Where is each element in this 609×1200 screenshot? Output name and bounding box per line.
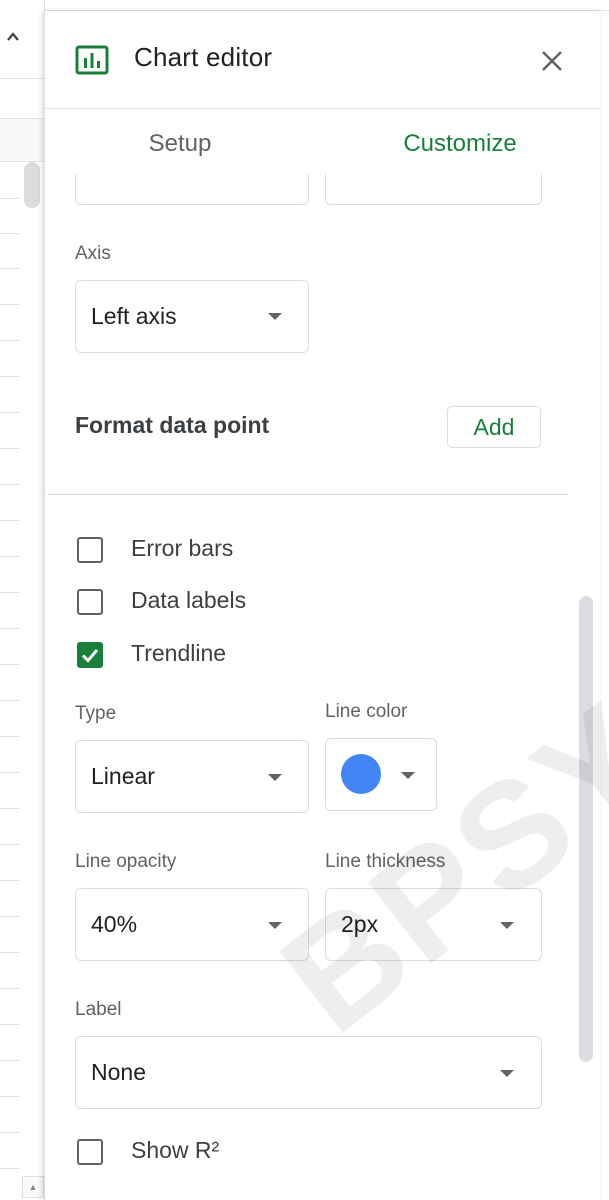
- label-value: None: [91, 1059, 146, 1085]
- row-divider: [0, 520, 20, 521]
- opacity-value: 40%: [91, 911, 138, 937]
- row-divider: [0, 1060, 20, 1061]
- row-divider: [0, 198, 20, 199]
- checkbox-label: Error bars: [131, 535, 234, 561]
- checkmark-icon: [77, 642, 103, 668]
- line-opacity-dropdown[interactable]: 40%: [75, 888, 309, 961]
- row-divider: [0, 268, 20, 269]
- line-color-picker[interactable]: [325, 738, 437, 811]
- chevron-down-icon: [268, 774, 282, 781]
- row-divider: [0, 1132, 20, 1133]
- row-divider: [0, 736, 20, 737]
- row-divider: [0, 340, 20, 341]
- row-divider: [0, 700, 20, 701]
- section-divider: [47, 494, 568, 495]
- row-divider: [0, 592, 20, 593]
- panel-scrollbar[interactable]: [579, 596, 593, 1062]
- row-divider: [0, 376, 20, 377]
- row-divider: [0, 556, 20, 557]
- spreadsheet-background: ▲: [0, 0, 45, 1200]
- dropdown-partial[interactable]: [325, 174, 542, 205]
- row-divider: [0, 880, 20, 881]
- thickness-value: 2px: [341, 911, 379, 937]
- chevron-down-icon: [401, 772, 415, 779]
- row-divider: [0, 1096, 20, 1097]
- checkbox-icon: [77, 537, 103, 563]
- sheet-scrollbar[interactable]: [24, 162, 40, 208]
- row-divider: [0, 484, 20, 485]
- type-value: Linear: [91, 763, 155, 789]
- chevron-down-icon: [500, 922, 514, 929]
- close-button[interactable]: [535, 44, 569, 78]
- checkbox-label: Trendline: [131, 640, 227, 666]
- checkbox-icon: [77, 1139, 103, 1165]
- checkbox-label: Show R²: [131, 1137, 220, 1163]
- row-divider: [0, 808, 20, 809]
- column-header-edge: [0, 118, 44, 162]
- panel-header: Chart editor: [45, 11, 600, 109]
- chevron-down-icon: [268, 313, 282, 320]
- row-divider: [0, 233, 20, 234]
- tab-bar: Setup Customize: [45, 109, 600, 181]
- row-divider: [0, 988, 20, 989]
- checkbox-label: Data labels: [131, 587, 247, 613]
- close-icon: [542, 51, 562, 71]
- chevron-down-icon: [268, 922, 282, 929]
- axis-label: Axis: [75, 243, 111, 264]
- bar-chart-icon: [75, 45, 109, 75]
- line-thickness-label: Line thickness: [325, 851, 446, 872]
- row-divider: [0, 916, 20, 917]
- row-divider: [0, 448, 20, 449]
- panel-title: Chart editor: [134, 42, 273, 72]
- line-color-label: Line color: [325, 701, 408, 722]
- collapse-caret-icon[interactable]: [6, 30, 20, 44]
- checkbox-icon: [77, 589, 103, 615]
- chevron-down-icon: [500, 1070, 514, 1077]
- line-thickness-dropdown[interactable]: 2px: [325, 888, 542, 961]
- dropdown-partial[interactable]: [75, 174, 309, 205]
- chart-editor-panel: Chart editor Setup Customize Axis Left a…: [44, 11, 600, 1200]
- axis-value: Left axis: [91, 303, 177, 329]
- type-label: Type: [75, 703, 117, 724]
- toolbar-edge: [0, 0, 44, 79]
- axis-dropdown[interactable]: Left axis: [75, 280, 309, 353]
- color-swatch: [341, 754, 381, 794]
- trendline-label-dropdown[interactable]: None: [75, 1036, 542, 1109]
- row-divider: [0, 1024, 20, 1025]
- row-divider: [0, 1168, 20, 1169]
- row-divider: [0, 952, 20, 953]
- scroll-arrow-icon[interactable]: ▲: [22, 1176, 44, 1198]
- tab-customize[interactable]: Customize: [385, 109, 535, 179]
- line-opacity-label: Line opacity: [75, 851, 177, 872]
- trendline-label-label: Label: [75, 999, 122, 1020]
- format-data-point-heading: Format data point: [75, 412, 270, 438]
- row-divider: [0, 844, 20, 845]
- row-divider: [0, 628, 20, 629]
- row-divider: [0, 412, 20, 413]
- add-button[interactable]: Add: [447, 406, 541, 448]
- row-divider: [0, 304, 20, 305]
- trendline-type-dropdown[interactable]: Linear: [75, 740, 309, 813]
- tab-setup[interactable]: Setup: [105, 109, 255, 179]
- row-divider: [0, 664, 20, 665]
- row-divider: [0, 772, 20, 773]
